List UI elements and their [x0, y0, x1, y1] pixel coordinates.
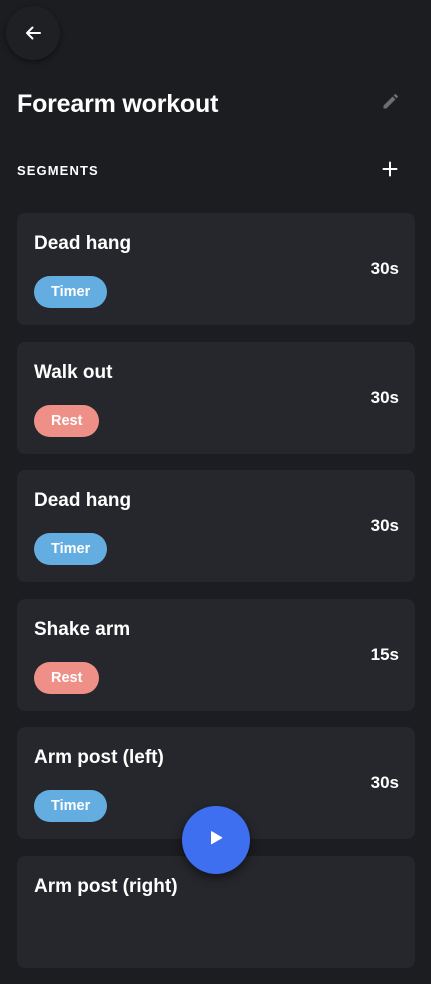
- segment-type-badge: Timer: [34, 533, 108, 565]
- segment-type-badge: Rest: [34, 661, 100, 694]
- segment-name: Arm post (right): [34, 875, 178, 897]
- segment-duration: 30s: [370, 773, 399, 792]
- segment-duration: 15s: [370, 644, 399, 664]
- back-button[interactable]: [6, 6, 60, 60]
- segment-name: Arm post (left): [34, 747, 164, 768]
- segment-card[interactable]: Walk out Rest 30s: [17, 341, 415, 454]
- arrow-left-icon: [24, 24, 42, 42]
- segment-name: Walk out: [34, 361, 113, 383]
- segments-heading: SEGMENTS: [17, 163, 99, 178]
- segment-name: Dead hang: [34, 233, 132, 254]
- segment-name: Shake arm: [34, 618, 131, 640]
- segment-card[interactable]: Shake arm Rest 15s: [17, 598, 415, 711]
- segment-card[interactable]: Dead hang Timer 30s: [17, 470, 415, 582]
- segment-duration: 30s: [370, 387, 399, 407]
- play-icon: [208, 830, 224, 851]
- segment-type-badge: Rest: [34, 404, 100, 437]
- edit-title-button[interactable]: [376, 90, 404, 118]
- play-workout-button[interactable]: [182, 806, 250, 874]
- add-segment-button[interactable]: [376, 157, 404, 185]
- segment-duration: 30s: [370, 259, 399, 278]
- segment-duration: 30s: [370, 516, 399, 535]
- segment-card[interactable]: Dead hang Timer 30s: [17, 213, 415, 325]
- plus-icon: [382, 161, 398, 182]
- segment-type-badge: Timer: [34, 276, 108, 308]
- pencil-icon: [381, 93, 399, 116]
- page-title: Forearm workout: [17, 90, 219, 118]
- segment-name: Dead hang: [34, 490, 132, 511]
- segment-type-badge: Timer: [34, 790, 108, 822]
